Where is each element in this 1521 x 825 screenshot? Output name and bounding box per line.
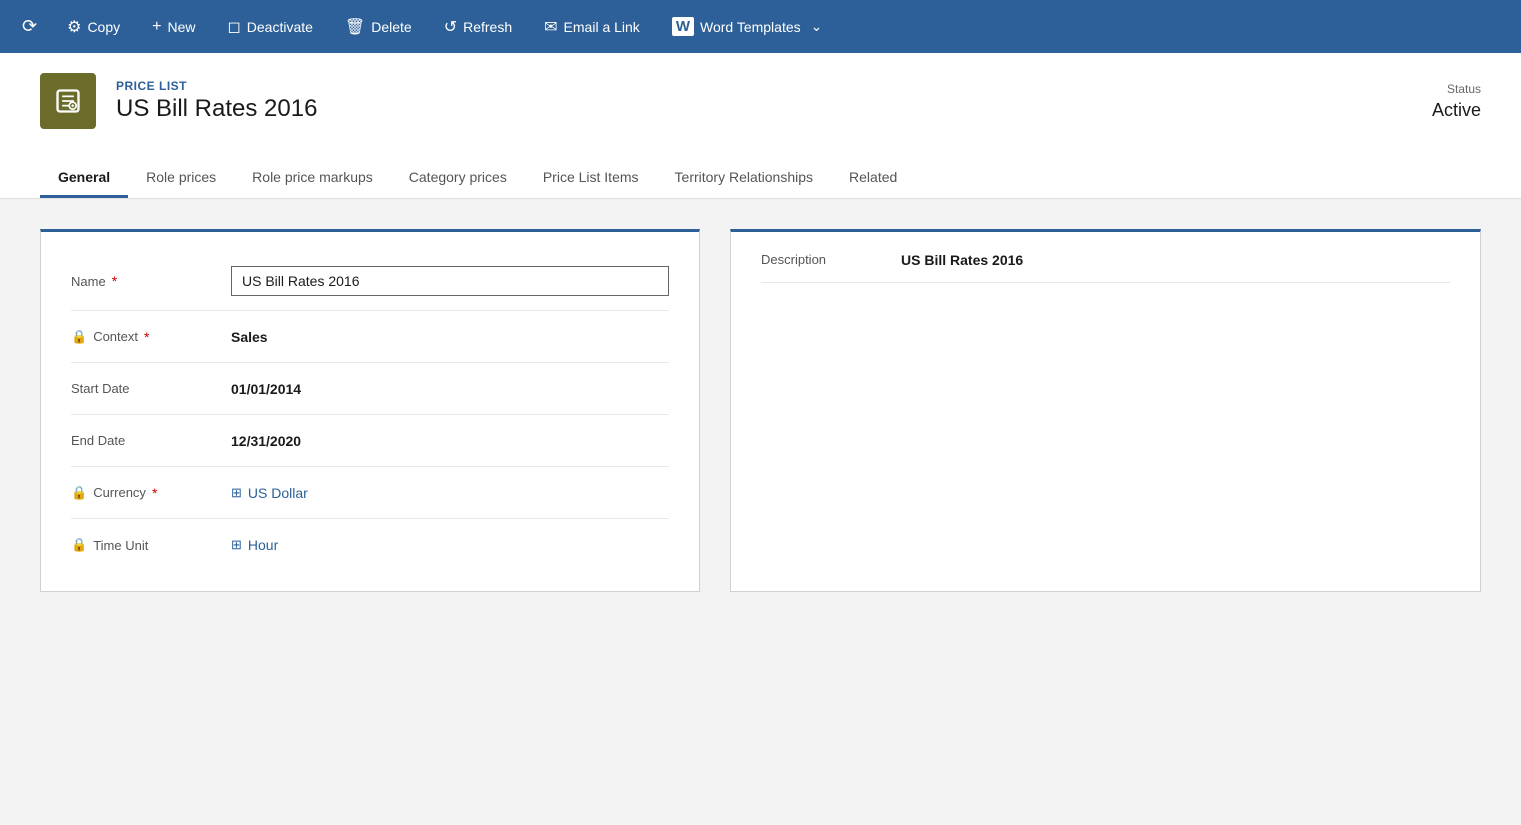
copy-icon: ⚙ xyxy=(67,17,81,37)
field-row-start-date: Start Date 01/01/2014 xyxy=(71,363,669,415)
word-templates-button[interactable]: W Word Templates ⌄ xyxy=(656,0,839,53)
field-label-time-unit: 🔒 Time Unit xyxy=(71,537,231,553)
toolbar: ⟳ ⚙ Copy + New ◻ Deactivate 🗑 Delete ↺ R… xyxy=(0,0,1521,53)
field-row-end-date: End Date 12/31/2020 xyxy=(71,415,669,467)
time-unit-link-icon: ⊞ xyxy=(231,537,242,553)
lock-icon-time-unit: 🔒 xyxy=(71,537,87,553)
field-label-end-date: End Date xyxy=(71,433,231,448)
time-unit-link[interactable]: ⊞ Hour xyxy=(231,537,278,553)
status-value: Active xyxy=(1432,100,1481,121)
word-templates-chevron: ⌄ xyxy=(811,18,823,35)
record-header: PRICE LIST US Bill Rates 2016 Status Act… xyxy=(40,73,1481,149)
field-label-currency: 🔒 Currency * xyxy=(71,485,231,501)
field-row-currency: 🔒 Currency * ⊞ US Dollar xyxy=(71,467,669,519)
status-label: Status xyxy=(1432,82,1481,96)
description-row: Description US Bill Rates 2016 xyxy=(761,252,1450,283)
record-icon xyxy=(40,73,96,129)
field-label-name: Name * xyxy=(71,273,231,289)
description-value: US Bill Rates 2016 xyxy=(901,252,1023,268)
home-icon: ⟳ xyxy=(22,16,37,37)
delete-button[interactable]: 🗑 Delete xyxy=(329,0,428,53)
tab-role-prices[interactable]: Role prices xyxy=(128,159,234,198)
field-row-time-unit: 🔒 Time Unit ⊞ Hour xyxy=(71,519,669,571)
name-input[interactable] xyxy=(231,266,669,296)
required-star-context: * xyxy=(144,329,149,345)
new-icon: + xyxy=(152,18,161,36)
word-icon: W xyxy=(672,17,694,36)
description-panel: Description US Bill Rates 2016 xyxy=(730,229,1481,592)
refresh-icon: ↺ xyxy=(444,17,457,37)
lock-icon-currency: 🔒 xyxy=(71,485,87,501)
tab-related[interactable]: Related xyxy=(831,159,915,198)
new-button[interactable]: + New xyxy=(136,0,211,53)
delete-icon: 🗑 xyxy=(345,17,365,37)
field-row-name: Name * xyxy=(71,252,669,311)
required-star-currency: * xyxy=(152,485,157,501)
email-icon: ✉ xyxy=(544,17,557,37)
record-name: US Bill Rates 2016 xyxy=(116,95,317,123)
context-value: Sales xyxy=(231,329,669,345)
record-type: PRICE LIST xyxy=(116,79,317,93)
status-area: Status Active xyxy=(1432,82,1481,121)
end-date-value: 12/31/2020 xyxy=(231,433,669,449)
home-button[interactable]: ⟳ xyxy=(8,0,51,53)
currency-link-icon: ⊞ xyxy=(231,485,242,501)
field-label-start-date: Start Date xyxy=(71,381,231,396)
lock-icon-context: 🔒 xyxy=(71,329,87,345)
record-title-area: PRICE LIST US Bill Rates 2016 xyxy=(116,79,317,123)
price-list-svg-icon xyxy=(54,87,82,115)
email-link-button[interactable]: ✉ Email a Link xyxy=(528,0,656,53)
main-content: Name * 🔒 Context * Sales Start Date 01/0… xyxy=(0,199,1521,622)
description-label: Description xyxy=(761,252,881,268)
copy-button[interactable]: ⚙ Copy xyxy=(51,0,136,53)
tab-price-list-items[interactable]: Price List Items xyxy=(525,159,657,198)
tab-category-prices[interactable]: Category prices xyxy=(391,159,525,198)
header-section: PRICE LIST US Bill Rates 2016 Status Act… xyxy=(0,53,1521,199)
deactivate-button[interactable]: ◻ Deactivate xyxy=(211,0,328,53)
tab-general[interactable]: General xyxy=(40,159,128,198)
form-panel: Name * 🔒 Context * Sales Start Date 01/0… xyxy=(40,229,700,592)
tab-territory-relationships[interactable]: Territory Relationships xyxy=(657,159,832,198)
field-label-context: 🔒 Context * xyxy=(71,329,231,345)
tab-role-price-markups[interactable]: Role price markups xyxy=(234,159,391,198)
currency-link[interactable]: ⊞ US Dollar xyxy=(231,485,308,501)
field-row-context: 🔒 Context * Sales xyxy=(71,311,669,363)
required-star-name: * xyxy=(112,273,117,289)
tabs: General Role prices Role price markups C… xyxy=(40,159,1481,198)
deactivate-icon: ◻ xyxy=(227,17,240,37)
refresh-button[interactable]: ↺ Refresh xyxy=(428,0,528,53)
start-date-value: 01/01/2014 xyxy=(231,381,669,397)
